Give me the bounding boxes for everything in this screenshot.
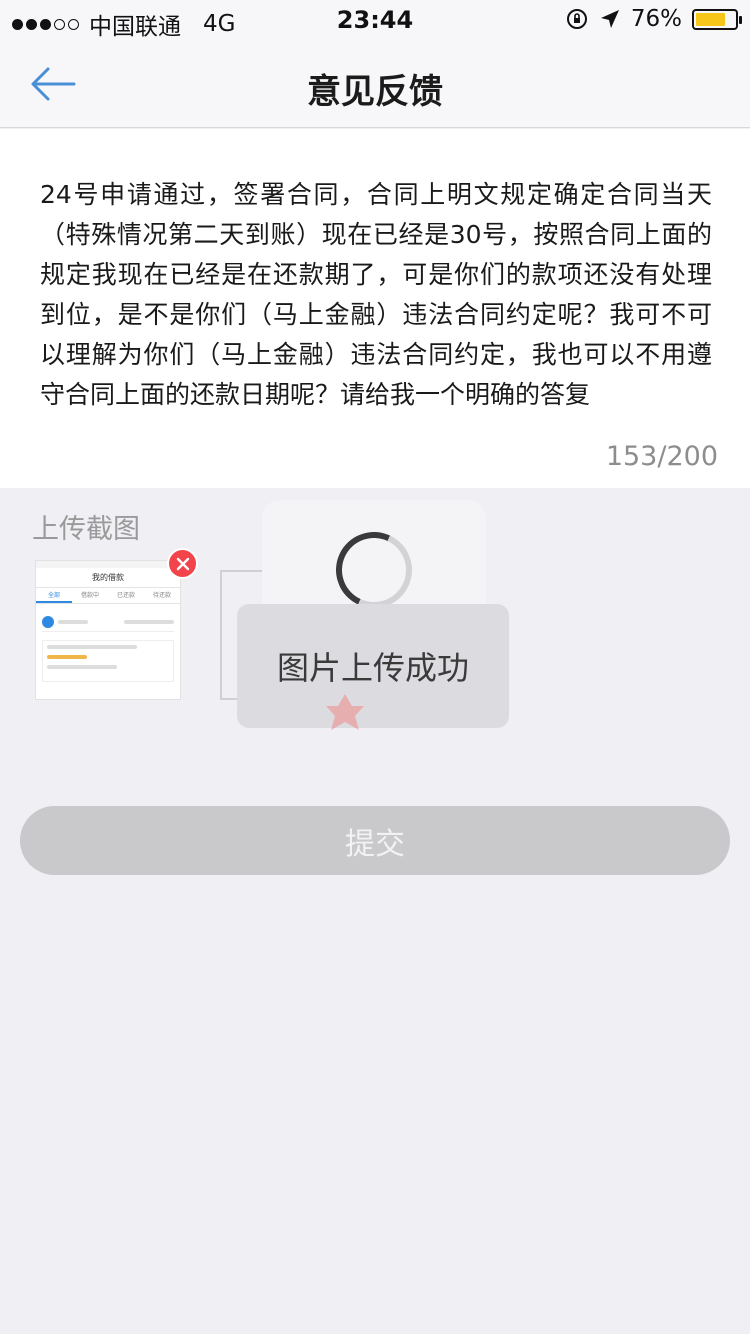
thumbnail-tab: 全部 [36, 588, 72, 603]
thumbnail-tab: 已还款 [116, 592, 135, 599]
location-arrow-icon [600, 10, 619, 28]
character-counter: 153/200 [605, 441, 718, 472]
thumbnail-tabs: 全部 借款中 已还款 待还款 [36, 588, 180, 604]
orientation-lock-icon [566, 9, 587, 29]
thumbnail-card [42, 640, 174, 682]
feedback-content[interactable]: 24号申请通过，签署合同，合同上明文规定确定合同当天（特殊情况第二天到账）现在已… [40, 175, 712, 415]
battery-icon [692, 8, 742, 30]
screenshot-thumbnail[interactable]: 我的借款 全部 借款中 已还款 待还款 [35, 560, 181, 700]
thumbnail-row [42, 612, 174, 632]
status-right: 76% [565, 6, 742, 32]
thumbnail-title: 我的借款 [36, 568, 180, 588]
watermark-logo-icon [326, 694, 364, 730]
submit-button[interactable]: 提交 [20, 806, 730, 875]
upload-success-toast: 图片上传成功 [237, 604, 509, 728]
close-icon [176, 557, 189, 570]
battery-percent: 76% [630, 6, 682, 32]
toast-message: 图片上传成功 [276, 649, 469, 687]
page-title: 意见反馈 [307, 72, 443, 112]
feedback-textarea[interactable]: 24号申请通过，签署合同，合同上明文规定确定合同当天（特殊情况第二天到账）现在已… [0, 129, 750, 488]
thumbnail-tab: 待还款 [152, 592, 171, 599]
navigation-bar: 意见反馈 [0, 40, 750, 128]
upload-screenshot-label: 上传截图 [32, 514, 140, 545]
delete-screenshot-button[interactable] [167, 548, 198, 579]
thumbnail-tab: 借款中 [80, 592, 99, 599]
status-bar: 中国联通 4G 23:44 76% [0, 0, 750, 40]
